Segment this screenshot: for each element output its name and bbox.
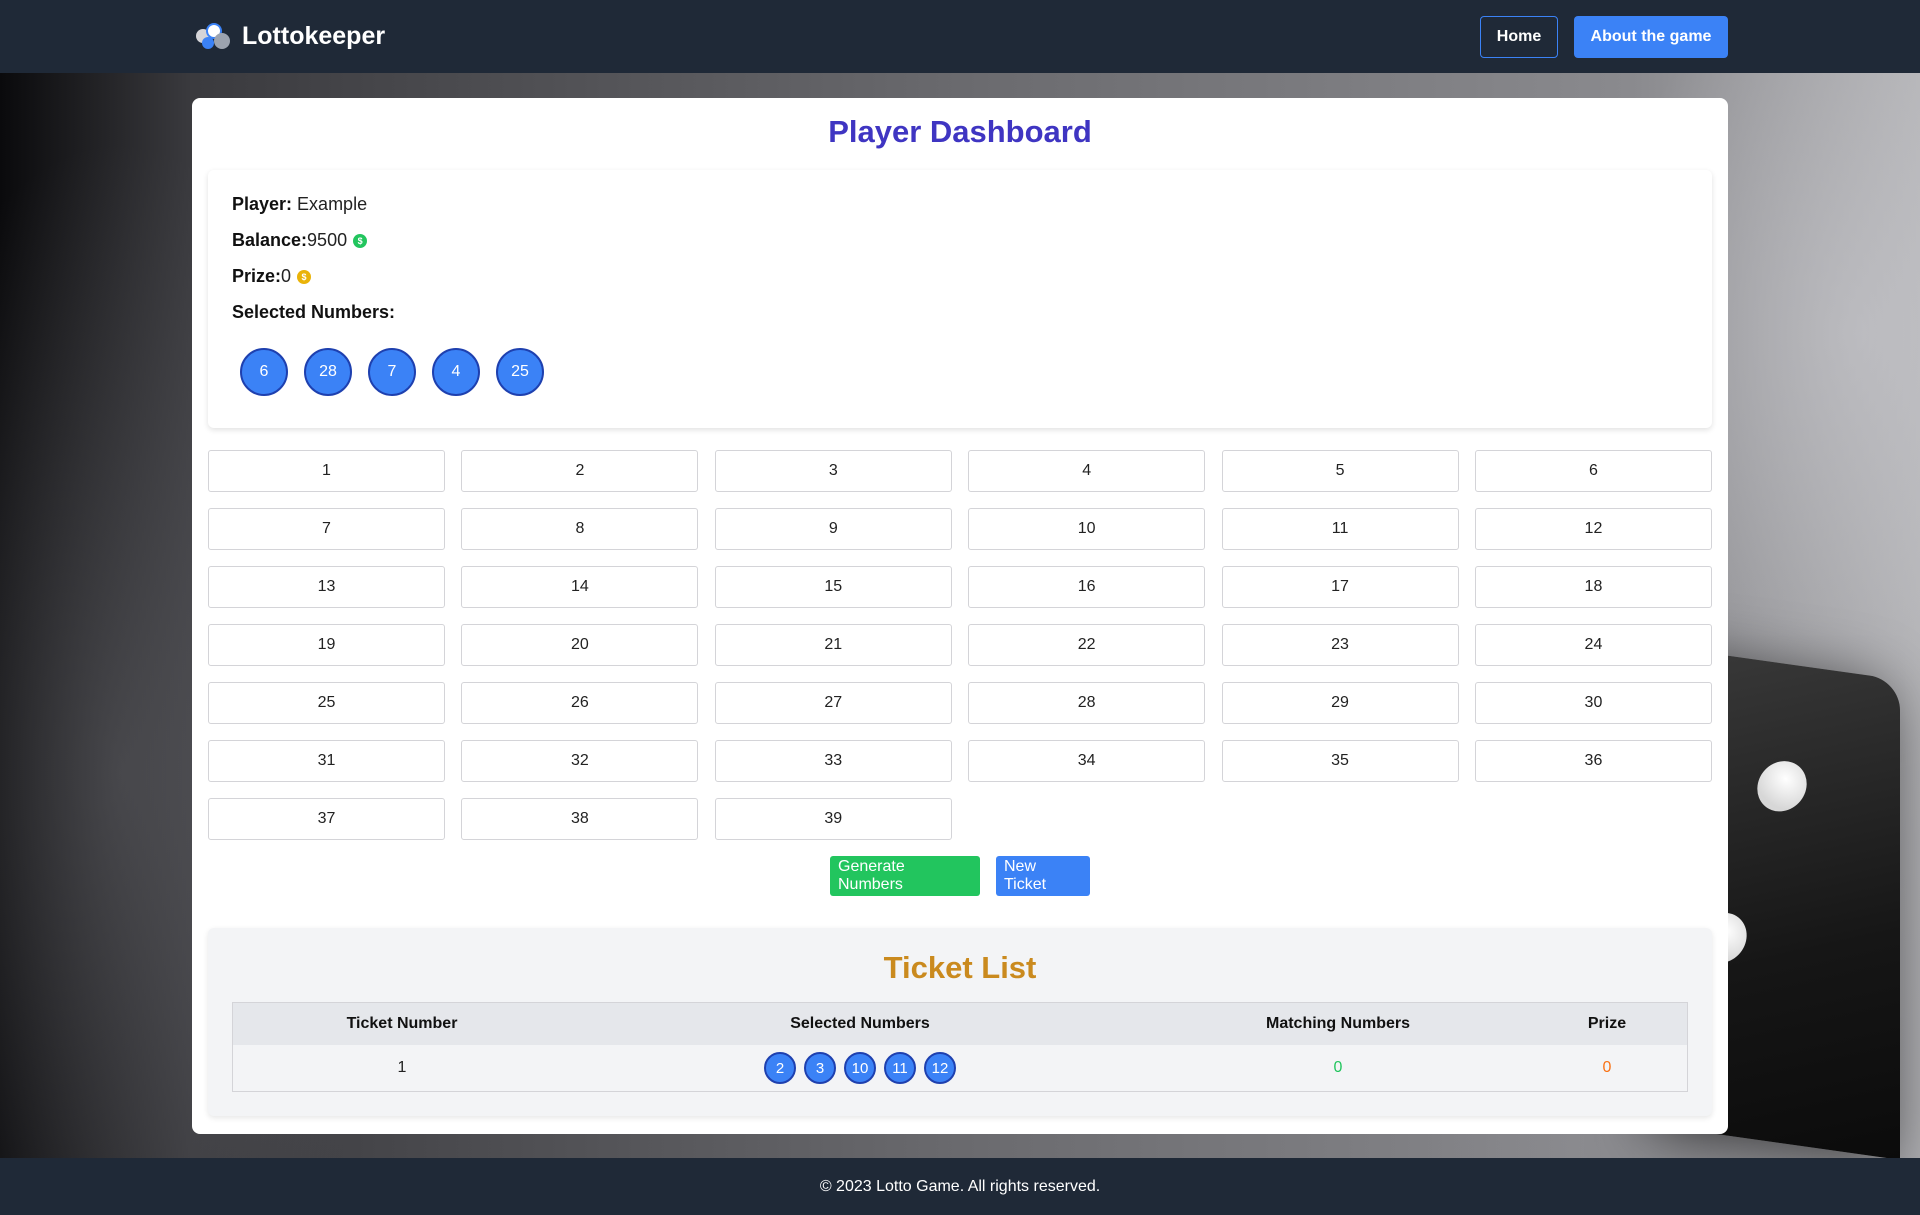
selected-number-ball: 6 xyxy=(240,348,288,396)
number-button[interactable]: 37 xyxy=(208,798,445,840)
number-button[interactable]: 18 xyxy=(1474,566,1712,608)
prize-row: Prize: 0 xyxy=(232,266,312,287)
header-selected-numbers: Selected Numbers xyxy=(790,1015,930,1032)
action-buttons: Generate Numbers New Ticket xyxy=(192,856,1728,896)
dice-pip xyxy=(1747,750,1817,822)
dollar-coin-gold-icon xyxy=(297,269,312,284)
ticket-number-ball: 3 xyxy=(804,1052,836,1084)
number-button[interactable]: 16 xyxy=(968,566,1206,608)
number-button[interactable]: 7 xyxy=(208,508,445,550)
number-button[interactable]: 34 xyxy=(968,740,1206,782)
number-button[interactable]: 1 xyxy=(208,450,445,492)
number-button[interactable]: 15 xyxy=(714,566,952,608)
player-name: Example xyxy=(297,194,368,214)
prize-value: 0 xyxy=(281,266,292,286)
ticket-table: Ticket Number Selected Numbers Matching … xyxy=(232,1002,1688,1092)
number-button[interactable]: 32 xyxy=(461,740,699,782)
home-button[interactable]: Home xyxy=(1480,16,1558,58)
table-row: 1 2 3 10 11 12 0 0 xyxy=(233,1045,1687,1091)
number-button[interactable]: 20 xyxy=(461,624,699,666)
brand[interactable]: Lottokeeper xyxy=(196,22,385,51)
number-button[interactable]: 13 xyxy=(208,566,445,608)
ticket-number-ball: 2 xyxy=(764,1052,796,1084)
ticket-list-panel: Ticket List Ticket Number Selected Numbe… xyxy=(208,928,1712,1116)
number-button[interactable]: 11 xyxy=(1221,508,1459,550)
number-button[interactable]: 17 xyxy=(1221,566,1459,608)
number-button[interactable]: 14 xyxy=(461,566,699,608)
footer-copyright: © 2023 Lotto Game. All rights reserved. xyxy=(819,1177,1101,1195)
new-ticket-button[interactable]: New Ticket xyxy=(996,856,1090,896)
number-button[interactable]: 28 xyxy=(968,682,1206,724)
number-button[interactable]: 39 xyxy=(714,798,952,840)
player-label: Player: xyxy=(232,194,293,214)
number-button[interactable]: 21 xyxy=(714,624,952,666)
number-button[interactable]: 30 xyxy=(1474,682,1712,724)
selected-number-ball: 7 xyxy=(368,348,416,396)
ticket-number-ball: 10 xyxy=(844,1052,876,1084)
ticket-list-title: Ticket List xyxy=(883,950,1037,985)
generate-numbers-button[interactable]: Generate Numbers xyxy=(830,856,980,896)
selected-numbers-label: Selected Numbers: xyxy=(232,302,396,322)
prize-label: Prize: xyxy=(232,266,282,286)
number-button[interactable]: 4 xyxy=(968,450,1206,492)
navbar: Lottokeeper Home About the game xyxy=(0,0,1920,73)
lotto-balls-icon xyxy=(196,22,230,51)
number-button[interactable]: 25 xyxy=(208,682,445,724)
number-button[interactable]: 29 xyxy=(1221,682,1459,724)
number-button[interactable]: 26 xyxy=(461,682,699,724)
matching-numbers-cell: 0 xyxy=(1333,1059,1343,1076)
footer: © 2023 Lotto Game. All rights reserved. xyxy=(0,1158,1920,1215)
ticket-selected-numbers-cell: 2 3 10 11 12 xyxy=(571,1045,1149,1091)
number-button[interactable]: 23 xyxy=(1221,624,1459,666)
ticket-number-ball: 12 xyxy=(924,1052,956,1084)
number-button[interactable]: 2 xyxy=(461,450,699,492)
number-button[interactable]: 38 xyxy=(461,798,699,840)
brand-title: Lottokeeper xyxy=(242,22,386,50)
dollar-coin-green-icon xyxy=(353,233,368,248)
number-button[interactable]: 19 xyxy=(208,624,445,666)
ticket-number-cell: 1 xyxy=(397,1059,407,1076)
number-button[interactable]: 36 xyxy=(1474,740,1712,782)
number-grid: 1 2 3 4 5 6 7 8 9 10 11 12 13 14 15 16 17 18 19 20 21 22 23 24 2… xyxy=(208,450,1712,840)
ticket-number-ball: 11 xyxy=(884,1052,916,1084)
number-button[interactable]: 22 xyxy=(968,624,1206,666)
header-prize: Prize xyxy=(1587,1015,1627,1032)
selected-number-ball: 28 xyxy=(304,348,352,396)
selected-numbers-balls: 6 28 7 4 25 xyxy=(240,348,544,396)
header-matching-numbers: Matching Numbers xyxy=(1265,1015,1410,1032)
ticket-table-header: Ticket Number Selected Numbers Matching … xyxy=(233,1003,1687,1045)
number-button[interactable]: 31 xyxy=(208,740,445,782)
number-button[interactable]: 10 xyxy=(968,508,1206,550)
number-button[interactable]: 3 xyxy=(714,450,952,492)
number-button[interactable]: 27 xyxy=(714,682,952,724)
balance-row: Balance: 9500 xyxy=(232,230,368,251)
page-title: Player Dashboard xyxy=(828,114,1092,149)
number-button[interactable]: 9 xyxy=(714,508,952,550)
number-button[interactable]: 8 xyxy=(461,508,699,550)
number-button[interactable]: 12 xyxy=(1474,508,1712,550)
selected-number-ball: 25 xyxy=(496,348,544,396)
selected-numbers-row: Selected Numbers: xyxy=(232,302,395,323)
number-button[interactable]: 5 xyxy=(1221,450,1459,492)
balance-label: Balance: xyxy=(232,230,308,250)
number-button[interactable]: 6 xyxy=(1474,450,1712,492)
number-button[interactable]: 35 xyxy=(1221,740,1459,782)
header-ticket-number: Ticket Number xyxy=(346,1015,458,1032)
about-game-button[interactable]: About the game xyxy=(1574,16,1728,58)
selected-number-ball: 4 xyxy=(432,348,480,396)
number-button[interactable]: 24 xyxy=(1474,624,1712,666)
dashboard-card: Player Dashboard Player: Example Balance… xyxy=(192,98,1728,1134)
prize-cell: 0 xyxy=(1602,1059,1612,1076)
player-row: Player: Example xyxy=(232,194,367,215)
number-button[interactable]: 33 xyxy=(714,740,952,782)
balance-value: 9500 xyxy=(307,230,348,250)
player-info-panel: Player: Example Balance: 9500 Prize: 0 S… xyxy=(208,170,1712,428)
